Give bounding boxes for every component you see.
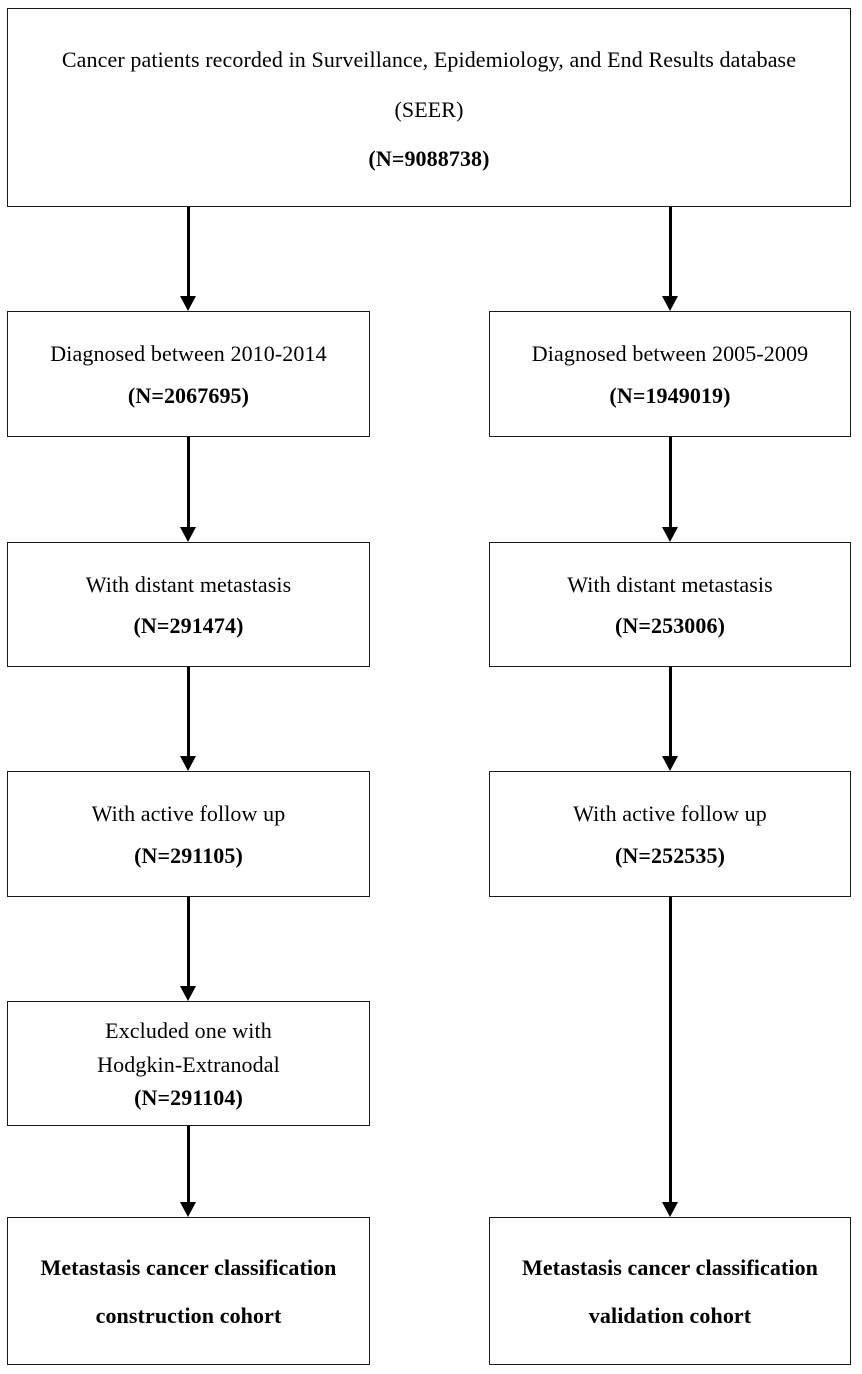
node-validation-step2-metastasis: With distant metastasis (N=253006) [489,542,851,667]
validation-step2-label: With distant metastasis [567,572,773,598]
arrow-construction-step4-to-outcome [178,1126,198,1217]
arrow-construction-step3-to-step4 [178,897,198,1001]
validation-step1-count: (N=1949019) [609,382,731,408]
construction-step4-count: (N=291104) [134,1084,243,1110]
seer-source-line2: (SEER) [394,96,464,122]
construction-step1-count: (N=2067695) [127,382,250,408]
node-construction-step1-diagnosed: Diagnosed between 2010-2014 (N=2067695) [7,311,370,437]
arrow-validation-step1-to-step2 [660,437,680,542]
construction-step4-label-line2: Hodgkin-Extranodal [97,1051,280,1077]
construction-step1-label: Diagnosed between 2010-2014 [50,341,327,367]
node-seer-source: Cancer patients recorded in Surveillance… [7,8,851,207]
node-validation-step1-diagnosed: Diagnosed between 2005-2009 (N=1949019) [489,311,851,437]
flowchart-canvas: Cancer patients recorded in Surveillance… [0,0,862,1374]
node-construction-step4-exclusion: Excluded one with Hodgkin-Extranodal (N=… [7,1001,370,1126]
node-validation-outcome-cohort: Metastasis cancer classification validat… [489,1217,851,1365]
node-construction-step2-metastasis: With distant metastasis (N=291474) [7,542,370,667]
arrow-construction-step2-to-step3 [178,667,198,771]
validation-outcome-line1: Metastasis cancer classification [521,1254,819,1280]
construction-step4-label-line1: Excluded one with [105,1018,272,1044]
node-construction-step3-followup: With active follow up (N=291105) [7,771,370,897]
validation-step3-count: (N=252535) [614,842,726,868]
arrow-source-to-validation-step1 [660,207,680,311]
node-construction-outcome-cohort: Metastasis cancer classification constru… [7,1217,370,1365]
validation-step3-label: With active follow up [573,801,767,827]
construction-step3-label: With active follow up [91,801,286,827]
arrow-validation-step3-to-outcome [660,897,680,1217]
construction-step2-count: (N=291474) [133,613,244,639]
construction-step3-count: (N=291105) [134,842,243,868]
construction-outcome-line1: Metastasis cancer classification [40,1254,337,1280]
construction-outcome-line2: construction cohort [95,1303,282,1329]
node-validation-step3-followup: With active follow up (N=252535) [489,771,851,897]
arrow-source-to-construction-step1 [178,207,198,311]
seer-source-count: (N=9088738) [368,146,490,172]
seer-source-line1: Cancer patients recorded in Surveillance… [61,46,797,72]
validation-step1-label: Diagnosed between 2005-2009 [531,341,809,367]
arrow-validation-step2-to-step3 [660,667,680,771]
validation-outcome-line2: validation cohort [588,1303,752,1329]
construction-step2-label: With distant metastasis [85,572,292,598]
validation-step2-count: (N=253006) [614,613,726,639]
arrow-construction-step1-to-step2 [178,437,198,542]
